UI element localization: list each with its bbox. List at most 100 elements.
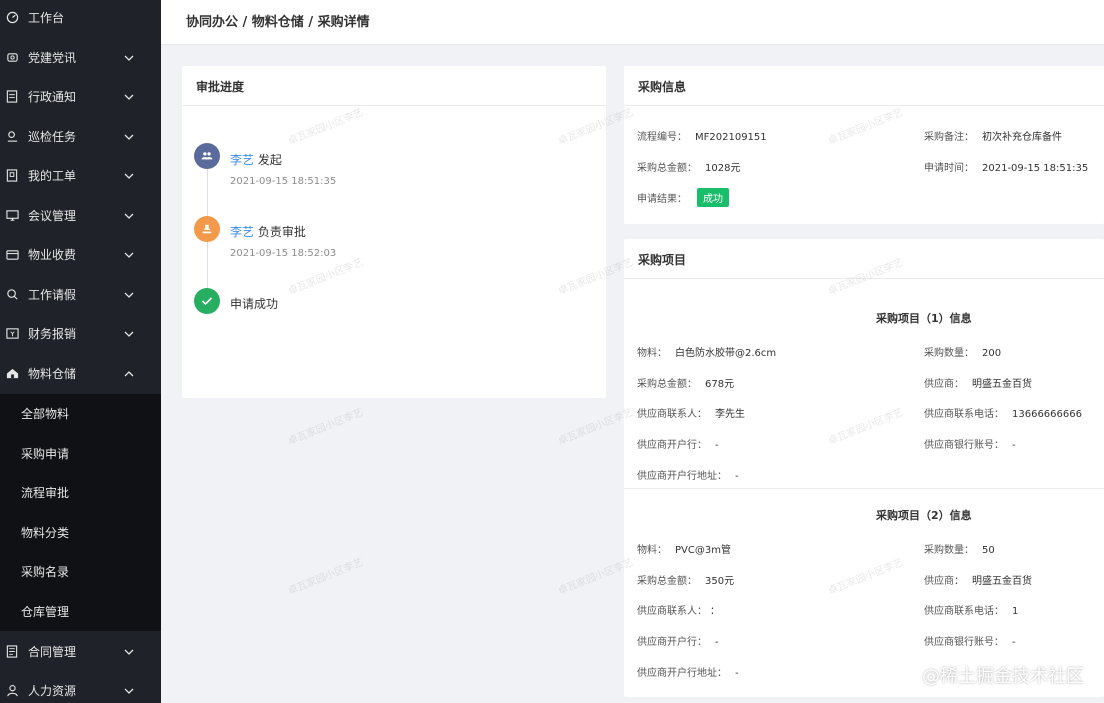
material-field: 物料： PVC@3m管 <box>637 541 731 556</box>
document-icon <box>5 90 19 104</box>
submenu-item-material-category[interactable]: 物料分类 <box>21 513 161 552</box>
sidebar-item-tickets[interactable]: 我的工单 <box>0 156 161 195</box>
field-label: 供应商联系电话： <box>924 606 1004 617</box>
divider <box>182 105 606 106</box>
remark-field: 采购备注： 初次补充仓库备件 <box>924 128 1062 143</box>
submenu-item-purchase-directory[interactable]: 采购名录 <box>21 552 161 591</box>
user-icon <box>5 684 19 698</box>
field-value: 678元 <box>705 379 735 390</box>
home-icon <box>5 367 19 381</box>
field-label: 采购总金额： <box>637 379 697 390</box>
step-time: 2021-09-15 18:52:03 <box>230 248 337 259</box>
field-value: 明盛五金百货 <box>972 576 1032 587</box>
chevron-down-icon <box>123 685 135 697</box>
field-value: 1028元 <box>705 163 741 174</box>
sidebar-item-label: 物料仓储 <box>28 367 77 381</box>
sidebar-item-hr[interactable]: 人力资源 <box>0 671 161 703</box>
field-label: 供应商开户行地址： <box>637 668 727 679</box>
sidebar-item-label: 行政通知 <box>28 90 77 104</box>
sidebar-item-workbench[interactable]: 工作台 <box>0 0 161 37</box>
field-label: 物料： <box>637 348 667 359</box>
ticket-icon <box>5 169 19 183</box>
step-user-link[interactable]: 李艺 <box>230 153 254 167</box>
field-label: 申请时间： <box>924 163 974 174</box>
field-label: 供应商联系人： <box>637 409 707 420</box>
field-value: 200 <box>982 348 1002 359</box>
step-user-link[interactable]: 李艺 <box>230 225 254 239</box>
card-title: 采购信息 <box>638 80 687 94</box>
stamp-icon <box>194 216 220 242</box>
field-label: 供应商开户行： <box>637 440 707 451</box>
supplier-account-field: 供应商银行账号： - <box>924 436 1016 451</box>
field-value: - <box>1012 440 1016 451</box>
chevron-up-icon <box>123 368 135 380</box>
top-header: 协同办公 / 物料仓储 / 采购详情 <box>161 0 1104 45</box>
field-value: 1 <box>1012 606 1019 617</box>
supplier-contact-field: 供应商联系人： 李先生 <box>637 405 745 420</box>
submenu-item-all-materials[interactable]: 全部物料 <box>21 394 161 433</box>
material-field: 物料： 白色防水胶带@2.6cm <box>637 344 776 359</box>
sidebar-item-notice[interactable]: 行政通知 <box>0 77 161 116</box>
site-watermark: @稀土掘金技术社区 <box>922 666 1084 687</box>
submenu-item-flow-approval[interactable]: 流程审批 <box>21 473 161 512</box>
sidebar-item-fee[interactable]: 物业收费 <box>0 235 161 274</box>
divider <box>624 278 1104 279</box>
sidebar-item-label: 合同管理 <box>28 645 77 659</box>
check-icon <box>194 288 220 314</box>
item-total-field: 采购总金额： 678元 <box>637 375 734 390</box>
field-label: 采购备注： <box>924 132 974 143</box>
supplier-phone-field: 供应商联系电话： 13666666666 <box>924 405 1082 420</box>
field-label: 供应商银行账号： <box>924 440 1004 451</box>
field-label: 供应商： <box>924 576 964 587</box>
chevron-down-icon <box>123 131 135 143</box>
step-title: 李艺 发起 <box>230 151 282 168</box>
quantity-field: 采购数量： 200 <box>924 344 1001 359</box>
sidebar-item-meeting[interactable]: 会议管理 <box>0 196 161 235</box>
sidebar-item-warehouse[interactable]: 物料仓储 <box>0 354 161 393</box>
sidebar-item-patrol[interactable]: 巡检任务 <box>0 117 161 156</box>
chevron-down-icon <box>123 170 135 182</box>
field-value: 50 <box>982 545 995 556</box>
leave-icon <box>5 288 19 302</box>
patrol-icon <box>5 130 19 144</box>
group-icon <box>194 143 220 169</box>
total-amount-field: 采购总金额： 1028元 <box>637 159 740 174</box>
sidebar-item-label: 财务报销 <box>28 327 77 341</box>
quantity-field: 采购数量： 50 <box>924 541 995 556</box>
status-badge: 成功 <box>697 188 729 207</box>
chevron-down-icon <box>123 249 135 261</box>
divider <box>624 105 1104 106</box>
chevron-down-icon <box>123 646 135 658</box>
submenu-item-purchase-apply[interactable]: 采购申请 <box>21 434 161 473</box>
sidebar-item-label: 人力资源 <box>28 684 77 698</box>
field-label: 采购数量： <box>924 348 974 359</box>
item-total-field: 采购总金额： 350元 <box>637 572 734 587</box>
step-title: 申请成功 <box>230 297 279 311</box>
sidebar-item-leave[interactable]: 工作请假 <box>0 275 161 314</box>
watermark: 卓瓦家园小区李艺 <box>556 557 635 598</box>
field-label: 流程编号： <box>637 132 687 143</box>
sidebar-item-finance[interactable]: 财务报销 <box>0 314 161 353</box>
field-label: 供应商联系人： <box>637 606 702 617</box>
step-title: 李艺 负责审批 <box>230 223 306 240</box>
field-label: 申请结果： <box>637 194 687 205</box>
supplier-bank-address-field: 供应商开户行地址： - <box>637 664 739 679</box>
item-heading: 采购项目（2）信息 <box>876 509 972 522</box>
supplier-field: 供应商： 明盛五金百货 <box>924 572 1032 587</box>
field-value: 2021-09-15 18:51:35 <box>982 163 1089 174</box>
field-value: 350元 <box>705 576 735 587</box>
submenu-item-warehouse-manage[interactable]: 仓库管理 <box>21 592 161 631</box>
sidebar-item-contract[interactable]: 合同管理 <box>0 632 161 671</box>
sidebar-item-label: 巡检任务 <box>28 130 77 144</box>
field-value: - <box>715 440 719 451</box>
supplier-bank-field: 供应商开户行： - <box>637 633 719 648</box>
apply-result-field: 申请结果： 成功 <box>637 188 729 207</box>
sidebar-item-party[interactable]: 党建党讯 <box>0 38 161 77</box>
contract-icon <box>5 645 19 659</box>
field-value: 明盛五金百货 <box>972 379 1032 390</box>
field-value: MF202109151 <box>695 132 767 143</box>
field-value: - <box>1012 637 1016 648</box>
step-time: 2021-09-15 18:51:35 <box>230 176 337 187</box>
field-label: 供应商联系电话： <box>924 409 1004 420</box>
card-title: 审批进度 <box>196 80 245 94</box>
